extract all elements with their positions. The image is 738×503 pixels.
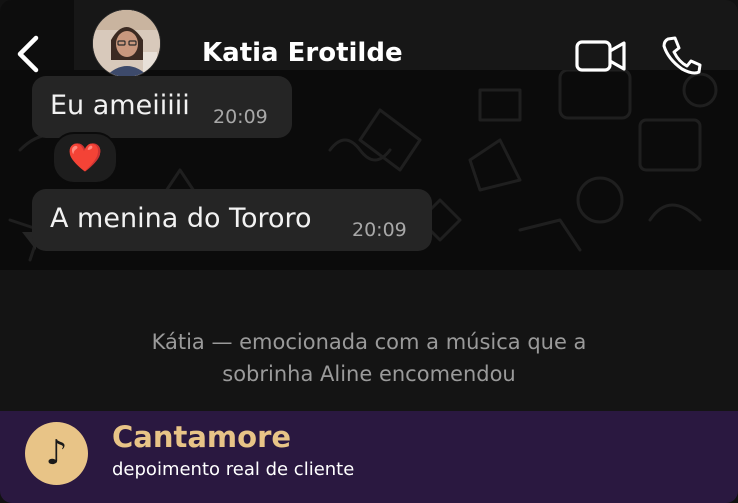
heart-icon: ❤️	[67, 141, 103, 174]
message-text: Eu ameiiiii	[50, 90, 190, 121]
avatar-image	[93, 10, 160, 77]
video-call-button[interactable]	[574, 38, 628, 74]
brand-footer	[0, 411, 738, 503]
chat-header: Katia Erotilde	[0, 0, 738, 78]
app-window: Katia Erotilde Eu ameiiiii 20:09 ❤️ A me…	[0, 0, 738, 503]
caption-line: Kátia — emocionada com a música que a	[151, 330, 587, 354]
avatar[interactable]	[92, 9, 161, 78]
video-camera-icon	[575, 40, 626, 72]
voice-call-button[interactable]	[660, 35, 702, 75]
message-bubble[interactable]: A menina do Tororo 20:09	[32, 189, 432, 251]
message-time: 20:09	[352, 219, 407, 241]
brand-name: Cantamore	[112, 420, 292, 454]
contact-name[interactable]: Katia Erotilde	[202, 38, 403, 68]
music-note-icon: ♪	[25, 422, 88, 485]
message-bubble[interactable]: Eu ameiiiii 20:09	[32, 76, 292, 138]
brand-subtitle: depoimento real de cliente	[112, 459, 355, 480]
reaction-badge[interactable]: ❤️	[52, 132, 118, 184]
phone-icon	[662, 36, 702, 75]
back-button[interactable]	[12, 34, 46, 74]
caption: Kátia — emocionada com a música que a so…	[0, 326, 738, 390]
message-time: 20:09	[213, 106, 268, 128]
message-text: A menina do Tororo	[50, 203, 312, 234]
chevron-left-icon	[17, 35, 39, 73]
caption-line: sobrinha Aline encomendou	[222, 362, 516, 386]
